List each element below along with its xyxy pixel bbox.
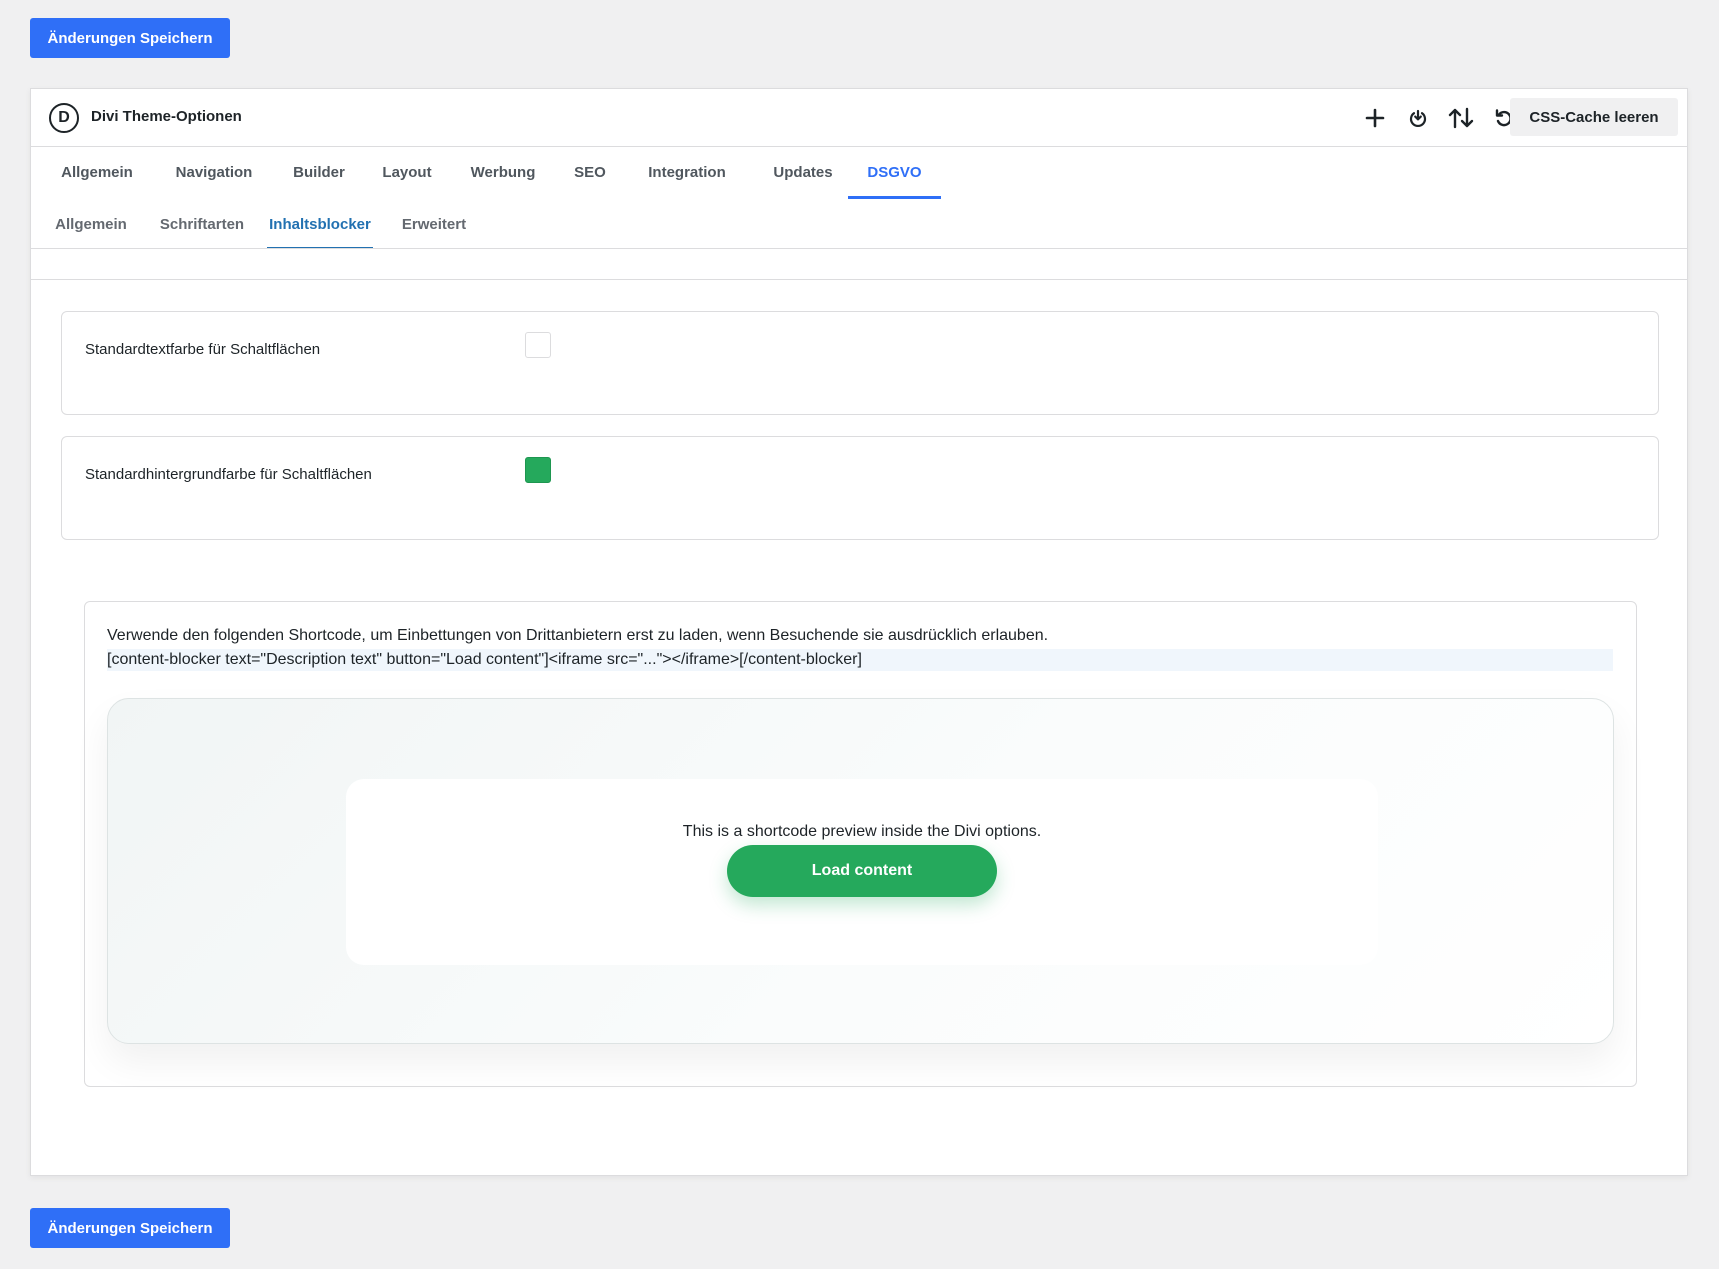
option-button-text-color: Standardtextfarbe für Schaltflächen <box>61 311 1659 415</box>
tab-werbung[interactable]: Werbung <box>455 147 551 196</box>
divi-logo-icon: D <box>49 103 79 133</box>
content-divider <box>31 279 1687 280</box>
import-export-icon[interactable] <box>1446 103 1476 133</box>
button-text-color-swatch[interactable] <box>525 332 551 358</box>
subtab-schriftarten[interactable]: Schriftarten <box>152 199 252 247</box>
main-tabs: Allgemein Navigation Builder Layout Werb… <box>31 147 1687 199</box>
plus-icon[interactable] <box>1360 103 1390 133</box>
shortcode-code: [content-blocker text="Description text"… <box>107 649 1613 671</box>
subtab-inhaltsblocker[interactable]: Inhaltsblocker <box>267 199 373 249</box>
tab-layout[interactable]: Layout <box>371 147 443 196</box>
tabs-divider <box>31 248 1687 249</box>
load-content-button[interactable]: Load content <box>727 845 997 897</box>
save-changes-button-bottom[interactable]: Änderungen Speichern <box>30 1208 230 1248</box>
clear-css-cache-button[interactable]: CSS-Cache leeren <box>1510 98 1678 136</box>
save-changes-button-top[interactable]: Änderungen Speichern <box>30 18 230 58</box>
tab-allgemein[interactable]: Allgemein <box>51 147 143 196</box>
option-label: Standardtextfarbe für Schaltflächen <box>85 341 321 358</box>
tab-integration[interactable]: Integration <box>629 147 745 196</box>
shortcode-description: Verwende den folgenden Shortcode, um Ein… <box>107 627 1049 644</box>
tab-updates[interactable]: Updates <box>759 147 847 196</box>
power-icon[interactable] <box>1403 103 1433 133</box>
sub-tabs: Allgemein Schriftarten Inhaltsblocker Er… <box>31 199 1687 249</box>
option-label: Standardhintergrundfarbe für Schaltfläch… <box>85 466 372 483</box>
shortcode-preview: This is a shortcode preview inside the D… <box>107 698 1614 1044</box>
subtab-allgemein[interactable]: Allgemein <box>50 199 132 247</box>
theme-options-panel: D Divi Theme-Optionen CSS-Cache leeren A… <box>30 88 1688 1176</box>
shortcode-info-card: Verwende den folgenden Shortcode, um Ein… <box>84 601 1637 1087</box>
content-blocker-preview: This is a shortcode preview inside the D… <box>346 779 1378 965</box>
preview-description: This is a shortcode preview inside the D… <box>682 823 1042 840</box>
subtab-erweitert[interactable]: Erweitert <box>394 199 474 247</box>
tab-dsgvo[interactable]: DSGVO <box>848 147 941 199</box>
button-background-color-swatch[interactable] <box>525 457 551 483</box>
tab-builder[interactable]: Builder <box>279 147 359 196</box>
panel-header: D Divi Theme-Optionen CSS-Cache leeren <box>31 89 1687 147</box>
tab-seo[interactable]: SEO <box>563 147 617 196</box>
tab-navigation[interactable]: Navigation <box>159 147 269 196</box>
option-button-background-color: Standardhintergrundfarbe für Schaltfläch… <box>61 436 1659 540</box>
panel-title: Divi Theme-Optionen <box>91 108 242 125</box>
